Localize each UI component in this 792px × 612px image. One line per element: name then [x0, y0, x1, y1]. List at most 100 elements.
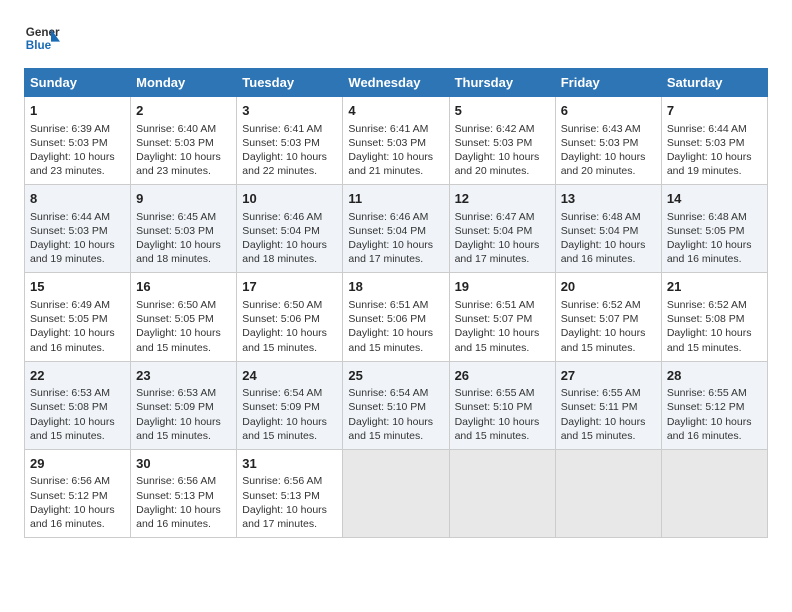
day-info-line: Sunrise: 6:40 AM — [136, 122, 231, 136]
day-info-line: Sunset: 5:03 PM — [30, 224, 125, 238]
calendar-cell: 24Sunrise: 6:54 AMSunset: 5:09 PMDayligh… — [237, 361, 343, 449]
day-info-line: and 15 minutes. — [136, 341, 231, 355]
day-info-line: Sunrise: 6:55 AM — [455, 386, 550, 400]
day-info-line: Sunset: 5:10 PM — [455, 400, 550, 414]
calendar-cell: 12Sunrise: 6:47 AMSunset: 5:04 PMDayligh… — [449, 185, 555, 273]
day-info-line: and 23 minutes. — [30, 164, 125, 178]
day-info-line: and 16 minutes. — [667, 429, 762, 443]
day-info-line: Daylight: 10 hours — [136, 238, 231, 252]
calendar-header-wednesday: Wednesday — [343, 69, 449, 97]
calendar-header-tuesday: Tuesday — [237, 69, 343, 97]
day-info-line: and 23 minutes. — [136, 164, 231, 178]
day-info-line: Daylight: 10 hours — [136, 326, 231, 340]
day-info-line: and 20 minutes. — [561, 164, 656, 178]
calendar-cell — [661, 449, 767, 537]
day-info-line: and 15 minutes. — [242, 429, 337, 443]
calendar-body: 1Sunrise: 6:39 AMSunset: 5:03 PMDaylight… — [25, 97, 768, 538]
calendar-cell: 10Sunrise: 6:46 AMSunset: 5:04 PMDayligh… — [237, 185, 343, 273]
day-info-line: Daylight: 10 hours — [30, 415, 125, 429]
day-number: 8 — [30, 190, 125, 208]
day-info-line: Sunrise: 6:55 AM — [561, 386, 656, 400]
day-info-line: Daylight: 10 hours — [455, 150, 550, 164]
day-info-line: Daylight: 10 hours — [30, 503, 125, 517]
day-info-line: Sunrise: 6:53 AM — [136, 386, 231, 400]
calendar-cell: 29Sunrise: 6:56 AMSunset: 5:12 PMDayligh… — [25, 449, 131, 537]
day-info-line: and 16 minutes. — [561, 252, 656, 266]
calendar-cell — [343, 449, 449, 537]
day-info-line: Sunset: 5:03 PM — [136, 224, 231, 238]
day-info-line: and 19 minutes. — [667, 164, 762, 178]
day-info-line: and 22 minutes. — [242, 164, 337, 178]
day-info-line: Sunrise: 6:51 AM — [455, 298, 550, 312]
calendar-cell: 2Sunrise: 6:40 AMSunset: 5:03 PMDaylight… — [131, 97, 237, 185]
calendar-cell: 19Sunrise: 6:51 AMSunset: 5:07 PMDayligh… — [449, 273, 555, 361]
day-number: 19 — [455, 278, 550, 296]
day-number: 23 — [136, 367, 231, 385]
day-number: 22 — [30, 367, 125, 385]
day-info-line: Sunset: 5:12 PM — [667, 400, 762, 414]
day-info-line: Sunset: 5:03 PM — [348, 136, 443, 150]
day-info-line: Sunrise: 6:56 AM — [30, 474, 125, 488]
day-number: 3 — [242, 102, 337, 120]
day-info-line: and 15 minutes. — [561, 341, 656, 355]
calendar-cell: 13Sunrise: 6:48 AMSunset: 5:04 PMDayligh… — [555, 185, 661, 273]
calendar-cell: 7Sunrise: 6:44 AMSunset: 5:03 PMDaylight… — [661, 97, 767, 185]
calendar-header-thursday: Thursday — [449, 69, 555, 97]
day-info-line: Daylight: 10 hours — [455, 326, 550, 340]
page-header: General Blue — [24, 20, 768, 56]
day-info-line: Sunset: 5:03 PM — [136, 136, 231, 150]
day-info-line: Sunset: 5:04 PM — [348, 224, 443, 238]
day-number: 18 — [348, 278, 443, 296]
day-info-line: Sunset: 5:04 PM — [242, 224, 337, 238]
day-number: 27 — [561, 367, 656, 385]
svg-text:Blue: Blue — [26, 39, 52, 52]
day-info-line: and 19 minutes. — [30, 252, 125, 266]
day-number: 30 — [136, 455, 231, 473]
day-number: 15 — [30, 278, 125, 296]
day-info-line: and 15 minutes. — [136, 429, 231, 443]
day-info-line: Daylight: 10 hours — [561, 238, 656, 252]
day-number: 13 — [561, 190, 656, 208]
day-info-line: Daylight: 10 hours — [136, 415, 231, 429]
calendar-cell: 3Sunrise: 6:41 AMSunset: 5:03 PMDaylight… — [237, 97, 343, 185]
calendar-cell: 16Sunrise: 6:50 AMSunset: 5:05 PMDayligh… — [131, 273, 237, 361]
day-info-line: Sunrise: 6:46 AM — [242, 210, 337, 224]
day-info-line: and 15 minutes. — [348, 429, 443, 443]
day-info-line: and 17 minutes. — [455, 252, 550, 266]
day-info-line: and 15 minutes. — [242, 341, 337, 355]
day-info-line: Sunrise: 6:44 AM — [667, 122, 762, 136]
day-number: 2 — [136, 102, 231, 120]
day-info-line: Sunset: 5:09 PM — [136, 400, 231, 414]
day-info-line: and 16 minutes. — [136, 517, 231, 531]
calendar-week-row: 8Sunrise: 6:44 AMSunset: 5:03 PMDaylight… — [25, 185, 768, 273]
calendar-cell: 14Sunrise: 6:48 AMSunset: 5:05 PMDayligh… — [661, 185, 767, 273]
calendar-cell: 25Sunrise: 6:54 AMSunset: 5:10 PMDayligh… — [343, 361, 449, 449]
calendar-cell: 8Sunrise: 6:44 AMSunset: 5:03 PMDaylight… — [25, 185, 131, 273]
day-info-line: Sunrise: 6:48 AM — [561, 210, 656, 224]
calendar-header-sunday: Sunday — [25, 69, 131, 97]
day-info-line: Daylight: 10 hours — [242, 503, 337, 517]
calendar-header-saturday: Saturday — [661, 69, 767, 97]
day-info-line: Sunrise: 6:50 AM — [242, 298, 337, 312]
day-info-line: Sunset: 5:03 PM — [30, 136, 125, 150]
day-info-line: Sunrise: 6:52 AM — [561, 298, 656, 312]
logo: General Blue — [24, 20, 60, 56]
day-info-line: Daylight: 10 hours — [242, 238, 337, 252]
day-number: 29 — [30, 455, 125, 473]
day-info-line: Sunset: 5:09 PM — [242, 400, 337, 414]
day-info-line: Sunset: 5:03 PM — [455, 136, 550, 150]
calendar-cell — [555, 449, 661, 537]
day-info-line: Sunset: 5:05 PM — [30, 312, 125, 326]
day-info-line: Daylight: 10 hours — [561, 415, 656, 429]
day-info-line: Sunset: 5:08 PM — [667, 312, 762, 326]
calendar-cell: 23Sunrise: 6:53 AMSunset: 5:09 PMDayligh… — [131, 361, 237, 449]
day-info-line: and 20 minutes. — [455, 164, 550, 178]
day-info-line: Sunset: 5:04 PM — [455, 224, 550, 238]
day-info-line: Sunrise: 6:41 AM — [348, 122, 443, 136]
day-number: 26 — [455, 367, 550, 385]
day-info-line: Daylight: 10 hours — [348, 415, 443, 429]
day-number: 1 — [30, 102, 125, 120]
day-info-line: Sunrise: 6:49 AM — [30, 298, 125, 312]
day-info-line: Sunset: 5:06 PM — [242, 312, 337, 326]
day-info-line: Sunrise: 6:56 AM — [136, 474, 231, 488]
